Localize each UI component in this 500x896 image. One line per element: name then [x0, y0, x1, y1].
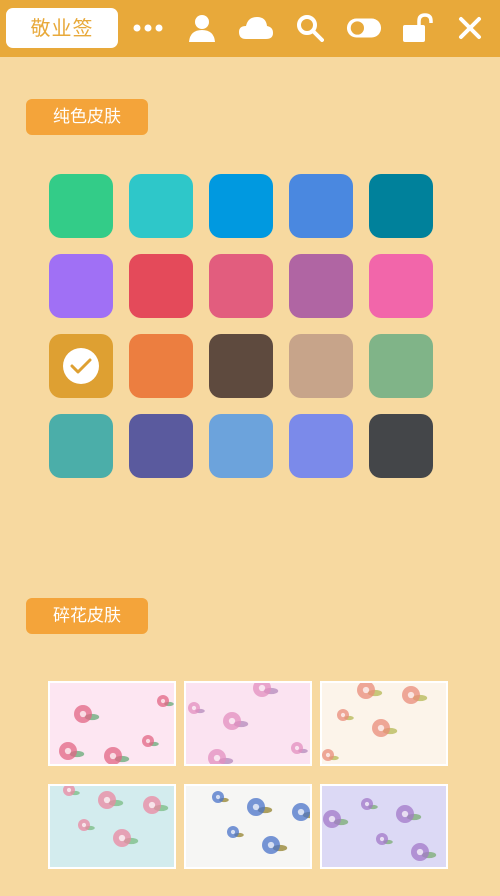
- color-swatch[interactable]: [209, 414, 273, 478]
- color-swatch[interactable]: [129, 334, 193, 398]
- cloud-icon[interactable]: [238, 10, 274, 46]
- color-swatch[interactable]: [49, 174, 113, 238]
- title-bar: 敬业签: [0, 0, 500, 57]
- floral-swatch[interactable]: [184, 681, 312, 766]
- floral-swatch[interactable]: [320, 681, 448, 766]
- floral-swatch[interactable]: [48, 784, 176, 869]
- color-swatch[interactable]: [289, 174, 353, 238]
- color-swatch[interactable]: [49, 334, 113, 398]
- color-swatch[interactable]: [129, 254, 193, 318]
- floral-swatch[interactable]: [320, 784, 448, 869]
- color-swatch[interactable]: [209, 174, 273, 238]
- color-swatch[interactable]: [369, 334, 433, 398]
- checkmark-icon: [63, 348, 99, 384]
- search-icon[interactable]: [292, 10, 328, 46]
- more-icon[interactable]: [130, 10, 166, 46]
- color-swatch[interactable]: [289, 414, 353, 478]
- color-swatch[interactable]: [369, 174, 433, 238]
- app-title[interactable]: 敬业签: [6, 8, 118, 48]
- color-swatch[interactable]: [369, 414, 433, 478]
- color-swatch[interactable]: [129, 414, 193, 478]
- color-swatch[interactable]: [369, 254, 433, 318]
- close-icon[interactable]: [452, 10, 488, 46]
- color-swatch[interactable]: [209, 254, 273, 318]
- color-swatch[interactable]: [129, 174, 193, 238]
- color-swatch[interactable]: [289, 254, 353, 318]
- unlock-icon[interactable]: [400, 10, 436, 46]
- color-swatch[interactable]: [289, 334, 353, 398]
- user-icon[interactable]: [184, 10, 220, 46]
- color-swatch[interactable]: [209, 334, 273, 398]
- color-swatch[interactable]: [49, 414, 113, 478]
- color-swatch[interactable]: [49, 254, 113, 318]
- solid-skin-label: 纯色皮肤: [26, 99, 148, 135]
- floral-swatch[interactable]: [184, 784, 312, 869]
- floral-skin-label: 碎花皮肤: [26, 598, 148, 634]
- toggle-icon[interactable]: [346, 10, 382, 46]
- floral-swatch[interactable]: [48, 681, 176, 766]
